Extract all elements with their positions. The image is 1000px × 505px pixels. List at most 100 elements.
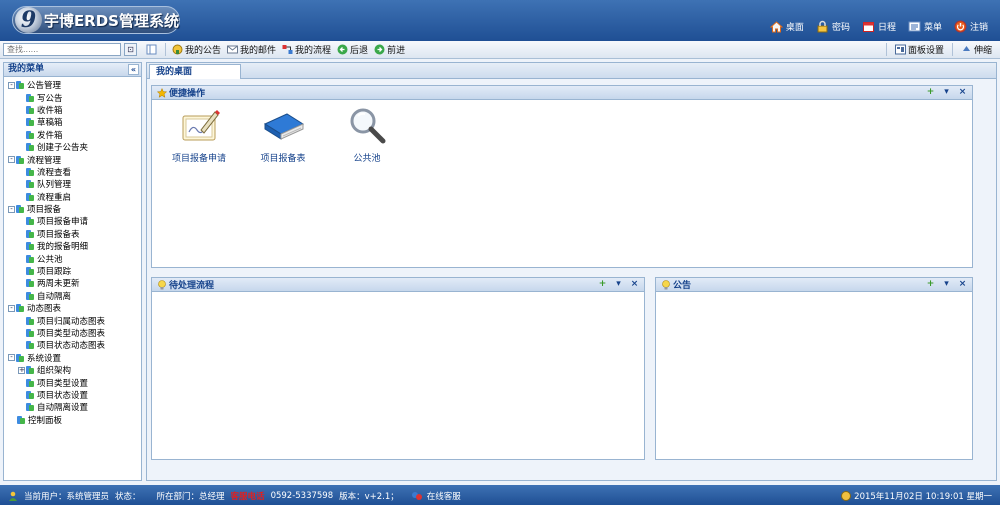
- tree-node-label: 动态图表: [27, 304, 62, 315]
- tree-node[interactable]: 项目状态设置: [4, 389, 141, 401]
- add-icon[interactable]: +: [926, 88, 935, 97]
- collapse-node-icon[interactable]: -: [8, 205, 15, 213]
- forward-icon: [374, 44, 385, 55]
- tree-node[interactable]: - 流程管理: [4, 153, 141, 166]
- sidebar-collapse-button[interactable]: «: [128, 64, 139, 75]
- tree-node-label: 流程重启: [37, 192, 72, 203]
- status-bar: 当前用户：系统管理员 状态： 所在部门：总经理 客服电话 0592-533759…: [0, 485, 1000, 505]
- lightbulb-icon: [158, 279, 166, 289]
- tree-node[interactable]: - 公告管理: [4, 79, 141, 91]
- menu-search-input[interactable]: [3, 43, 121, 56]
- tab-my-desktop[interactable]: 我的桌面: [149, 64, 241, 80]
- star-icon: [157, 87, 167, 98]
- tree-node[interactable]: 两周未更新: [4, 277, 141, 289]
- tree-node[interactable]: 项目报备申请: [4, 215, 141, 227]
- book-icon: [263, 113, 305, 140]
- menu-node-icon: [26, 378, 34, 388]
- tree-node-label: 项目类型设置: [37, 378, 89, 389]
- notice-panel: 公告 + ▾ ×: [655, 277, 973, 460]
- toggle-panel-icon[interactable]: [146, 44, 157, 55]
- quick-item-label: 项目报备申请: [171, 154, 226, 164]
- my-bulletin-button[interactable]: 我的公告: [172, 43, 221, 56]
- department: 所在部门：总经理: [156, 492, 225, 502]
- quick-item-public-pool[interactable]: 公共池: [332, 106, 402, 164]
- tree-node[interactable]: 自动隔离: [4, 290, 141, 302]
- tree-node[interactable]: 项目类型设置: [4, 376, 141, 389]
- panel-settings-button[interactable]: 面板设置: [894, 43, 944, 56]
- expand-button[interactable]: 伸缩: [961, 43, 992, 56]
- tree-node-label: 组织架构: [37, 366, 72, 377]
- menu-node-icon: [26, 93, 34, 103]
- tree-node[interactable]: 收件箱: [4, 104, 141, 116]
- tree-node[interactable]: 发件箱: [4, 129, 141, 141]
- collapse-node-icon[interactable]: -: [8, 81, 15, 89]
- tree-node[interactable]: + 组织架构: [4, 364, 141, 376]
- tree-node[interactable]: 我的报备明细: [4, 240, 141, 252]
- menu-node-icon: [26, 130, 34, 140]
- pending-workflow-panel: 待处理流程 + ▾ ×: [151, 277, 645, 460]
- customer-service-icon[interactable]: [411, 491, 423, 501]
- close-icon[interactable]: ×: [958, 280, 967, 289]
- nav-desktop[interactable]: 桌面: [769, 20, 804, 33]
- tree-node[interactable]: 写公告: [4, 91, 141, 104]
- quick-item-project-table[interactable]: 项目报备表: [248, 106, 318, 164]
- quick-item-project-apply[interactable]: 项目报备申请: [164, 106, 234, 164]
- online-service-link[interactable]: 在线客服: [427, 490, 461, 502]
- tree-node[interactable]: 草稿箱: [4, 116, 141, 128]
- tree-node[interactable]: 队列管理: [4, 178, 141, 190]
- chevron-down-icon[interactable]: ▾: [942, 88, 951, 97]
- nav-logout-label: 注销: [969, 23, 988, 33]
- close-icon[interactable]: ×: [630, 280, 639, 289]
- tree-node[interactable]: 自动隔离设置: [4, 401, 141, 413]
- add-icon[interactable]: +: [598, 280, 607, 289]
- expand-node-icon[interactable]: +: [18, 366, 25, 374]
- panel-title: 便捷操作: [169, 89, 206, 99]
- tree-node[interactable]: - 动态图表: [4, 302, 141, 314]
- tree-node[interactable]: 项目状态动态图表: [4, 339, 141, 351]
- menu-node-icon: [26, 365, 34, 375]
- menu-search-button[interactable]: ⊡: [124, 43, 137, 56]
- menu-node-icon: [17, 415, 25, 425]
- sidebar: 我的菜单 « - 公告管理 写公告 收件箱 草稿箱 发件箱 创建子公告夹 - 流程管理 流程查看队…: [3, 62, 142, 481]
- panel-settings-label: 面板设置: [907, 46, 944, 56]
- nav-password-label: 密码: [831, 23, 850, 33]
- collapse-node-icon[interactable]: -: [8, 354, 15, 362]
- nav-menu[interactable]: 菜单: [908, 20, 942, 33]
- tree-node[interactable]: - 项目报备: [4, 203, 141, 215]
- toolbar-divider: [885, 43, 887, 56]
- nav-desktop-label: 桌面: [785, 23, 804, 33]
- collapse-node-icon[interactable]: -: [8, 304, 15, 312]
- chevron-down-icon[interactable]: ▾: [614, 280, 623, 289]
- close-icon[interactable]: ×: [958, 88, 967, 97]
- tree-node[interactable]: 流程重启: [4, 191, 141, 203]
- tree-node[interactable]: 控制面板: [4, 414, 141, 426]
- user-state: 状态：: [115, 492, 141, 502]
- back-button[interactable]: 后退: [337, 43, 368, 56]
- nav-logout[interactable]: 注销: [954, 20, 988, 33]
- menu-node-icon: [26, 216, 34, 226]
- tree-node-label: 项目报备: [27, 205, 62, 216]
- add-icon[interactable]: +: [926, 280, 935, 289]
- tree-node[interactable]: 项目跟踪: [4, 265, 141, 277]
- collapse-node-icon[interactable]: -: [8, 156, 15, 164]
- chevron-down-icon[interactable]: ▾: [942, 280, 951, 289]
- tree-node[interactable]: 项目归属动态图表: [4, 314, 141, 327]
- panel-title: 待处理流程: [169, 281, 215, 291]
- tree-node[interactable]: - 系统设置: [4, 352, 141, 364]
- tree-node[interactable]: 项目类型动态图表: [4, 327, 141, 339]
- my-workflow-button[interactable]: 我的流程: [282, 43, 331, 56]
- my-mail-button[interactable]: 我的邮件: [227, 43, 276, 56]
- nav-password[interactable]: 密码: [816, 20, 850, 33]
- tree-node[interactable]: 流程查看: [4, 166, 141, 178]
- tree-node-label: 公共池: [37, 254, 63, 265]
- menu-node-icon: [26, 105, 34, 115]
- forward-button[interactable]: 前进: [374, 43, 405, 56]
- nav-schedule[interactable]: 日程: [862, 20, 896, 33]
- back-label: 后退: [350, 46, 369, 56]
- menu-node-icon: [26, 192, 34, 202]
- menu-node-icon: [26, 167, 34, 177]
- tree-node-label: 项目状态设置: [37, 390, 89, 401]
- tree-node[interactable]: 项目报备表: [4, 228, 141, 240]
- tree-node[interactable]: 创建子公告夹: [4, 141, 141, 153]
- tree-node[interactable]: 公共池: [4, 252, 141, 265]
